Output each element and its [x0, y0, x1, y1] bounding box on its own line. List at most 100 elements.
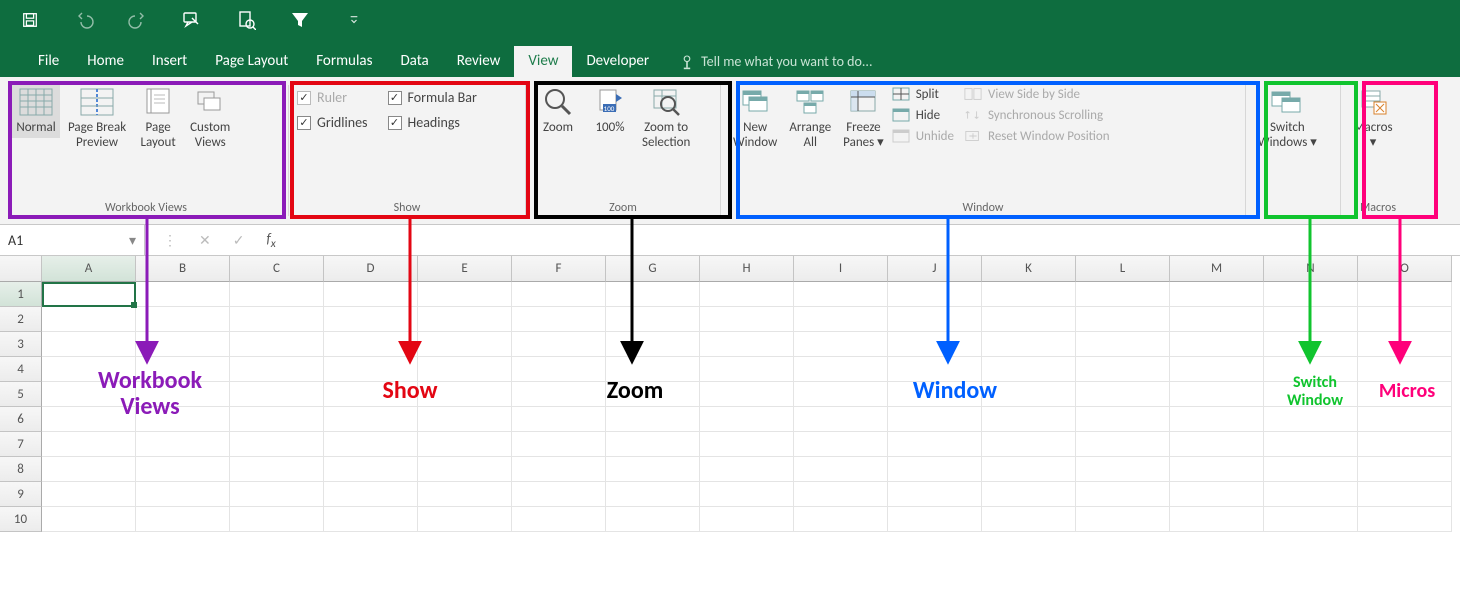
undo-icon[interactable] — [74, 10, 94, 30]
cell[interactable] — [1264, 382, 1358, 407]
cell[interactable] — [606, 282, 700, 307]
customize-qat-icon[interactable] — [344, 10, 364, 30]
row-header[interactable]: 8 — [0, 457, 42, 482]
column-header[interactable]: L — [1076, 256, 1170, 282]
tab-review[interactable]: Review — [443, 46, 515, 77]
cell[interactable] — [42, 382, 136, 407]
cell[interactable] — [42, 482, 136, 507]
row-header[interactable]: 10 — [0, 507, 42, 532]
cell[interactable] — [888, 432, 982, 457]
cell[interactable] — [1170, 282, 1264, 307]
page-layout-button[interactable]: Page Layout — [134, 83, 182, 153]
cell[interactable] — [42, 332, 136, 357]
tab-developer[interactable]: Developer — [572, 46, 663, 77]
cell[interactable] — [982, 482, 1076, 507]
comment-icon[interactable] — [182, 10, 202, 30]
custom-views-button[interactable]: Custom Views — [186, 83, 234, 153]
cell[interactable] — [982, 507, 1076, 532]
cell[interactable] — [700, 482, 794, 507]
cell[interactable] — [794, 507, 888, 532]
cell[interactable] — [1170, 507, 1264, 532]
cell[interactable] — [700, 507, 794, 532]
cell[interactable] — [606, 407, 700, 432]
cell[interactable] — [42, 282, 136, 307]
cell[interactable] — [136, 482, 230, 507]
insert-function-icon[interactable]: fx — [266, 230, 275, 251]
new-window-button[interactable]: New Window — [729, 83, 781, 153]
cell[interactable] — [700, 332, 794, 357]
cell[interactable] — [794, 407, 888, 432]
cell[interactable] — [888, 307, 982, 332]
cell[interactable] — [42, 507, 136, 532]
cell[interactable] — [1264, 482, 1358, 507]
cell[interactable] — [136, 457, 230, 482]
cell[interactable] — [418, 507, 512, 532]
cell[interactable] — [324, 482, 418, 507]
cell[interactable] — [324, 282, 418, 307]
cell[interactable] — [230, 457, 324, 482]
cell[interactable] — [888, 407, 982, 432]
cell[interactable] — [794, 357, 888, 382]
cell[interactable] — [606, 307, 700, 332]
cell[interactable] — [1170, 482, 1264, 507]
column-header[interactable]: G — [606, 256, 700, 282]
cell[interactable] — [418, 482, 512, 507]
cell[interactable] — [324, 332, 418, 357]
cell[interactable] — [794, 457, 888, 482]
gridlines-checkbox[interactable]: Gridlines — [297, 114, 368, 131]
cell[interactable] — [1358, 432, 1452, 457]
cell[interactable] — [1076, 507, 1170, 532]
column-header[interactable]: B — [136, 256, 230, 282]
cell[interactable] — [888, 282, 982, 307]
cell[interactable] — [418, 457, 512, 482]
cell[interactable] — [1358, 332, 1452, 357]
column-header[interactable]: O — [1358, 256, 1452, 282]
headings-checkbox[interactable]: Headings — [388, 114, 477, 131]
cell[interactable] — [512, 332, 606, 357]
cell[interactable] — [1076, 457, 1170, 482]
cell[interactable] — [42, 432, 136, 457]
cell[interactable] — [1170, 432, 1264, 457]
cell[interactable] — [700, 307, 794, 332]
cell[interactable] — [1170, 457, 1264, 482]
redo-icon[interactable] — [128, 10, 148, 30]
tab-view[interactable]: View — [514, 46, 572, 77]
namebox-size-icon[interactable]: ⋮ — [163, 232, 177, 249]
cell[interactable] — [606, 482, 700, 507]
tab-insert[interactable]: Insert — [138, 46, 201, 77]
switch-windows-button[interactable]: Switch Windows ▾ — [1254, 83, 1321, 153]
cell[interactable] — [606, 432, 700, 457]
cell[interactable] — [700, 382, 794, 407]
cell[interactable] — [982, 357, 1076, 382]
cell[interactable] — [1076, 357, 1170, 382]
cell[interactable] — [324, 457, 418, 482]
cell[interactable] — [230, 307, 324, 332]
cell[interactable] — [136, 282, 230, 307]
cell[interactable] — [1170, 332, 1264, 357]
cell[interactable] — [606, 507, 700, 532]
cell[interactable] — [1170, 307, 1264, 332]
tab-data[interactable]: Data — [386, 46, 442, 77]
cell[interactable] — [512, 382, 606, 407]
cell[interactable] — [418, 432, 512, 457]
row-header[interactable]: 5 — [0, 382, 42, 407]
arrange-all-button[interactable]: Arrange All — [785, 83, 835, 153]
cell[interactable] — [324, 407, 418, 432]
cell[interactable] — [982, 457, 1076, 482]
page-break-preview-button[interactable]: Page Break Preview — [64, 83, 130, 153]
cell[interactable] — [888, 382, 982, 407]
cell[interactable] — [1358, 457, 1452, 482]
tab-formulas[interactable]: Formulas — [302, 46, 386, 77]
cell[interactable] — [700, 357, 794, 382]
row-header[interactable]: 2 — [0, 307, 42, 332]
cell[interactable] — [512, 282, 606, 307]
tell-me-search[interactable]: Tell me what you want to do... — [679, 53, 872, 77]
cell[interactable] — [324, 432, 418, 457]
zoom-to-selection-button[interactable]: Zoom to Selection — [638, 83, 694, 153]
tab-home[interactable]: Home — [73, 46, 138, 77]
column-header[interactable]: E — [418, 256, 512, 282]
cell[interactable] — [888, 332, 982, 357]
cell[interactable] — [700, 432, 794, 457]
cell[interactable] — [136, 307, 230, 332]
cell[interactable] — [42, 357, 136, 382]
